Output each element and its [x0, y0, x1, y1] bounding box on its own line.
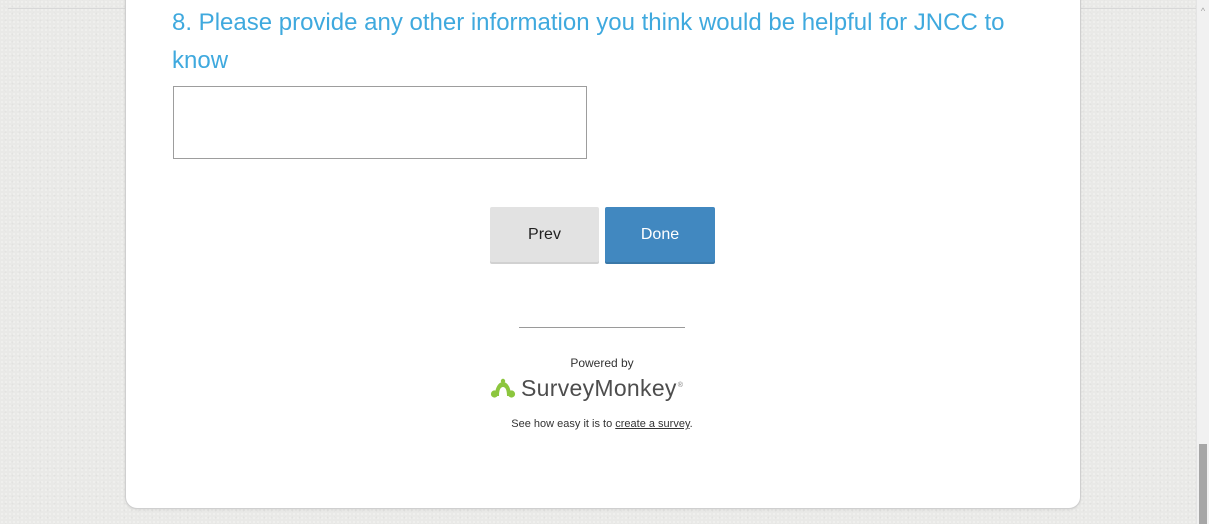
- surveymonkey-logo[interactable]: SurveyMonkey ®: [490, 374, 683, 402]
- tagline-suffix: .: [689, 418, 693, 430]
- powered-by-text: Powered by: [570, 356, 634, 370]
- registered-mark: ®: [677, 382, 683, 389]
- done-button[interactable]: Done: [605, 207, 715, 262]
- vertical-scrollbar[interactable]: ^: [1196, 0, 1209, 524]
- surveymonkey-logo-icon: [490, 378, 516, 398]
- create-a-survey-link[interactable]: create a survey: [615, 418, 689, 430]
- scrollbar-thumb[interactable]: [1199, 444, 1207, 524]
- prev-button[interactable]: Prev: [490, 207, 599, 262]
- question-8-comment-box[interactable]: [173, 86, 587, 159]
- tagline-prefix: See how easy it is to: [511, 418, 616, 430]
- footer-divider: [519, 327, 685, 328]
- surveymonkey-wordmark: SurveyMonkey: [521, 375, 677, 401]
- question-title: 8. Please provide any other information …: [172, 9, 1005, 74]
- create-survey-tagline: See how easy it is to create a survey.: [0, 418, 1204, 430]
- chevron-up-icon[interactable]: ^: [1197, 4, 1209, 18]
